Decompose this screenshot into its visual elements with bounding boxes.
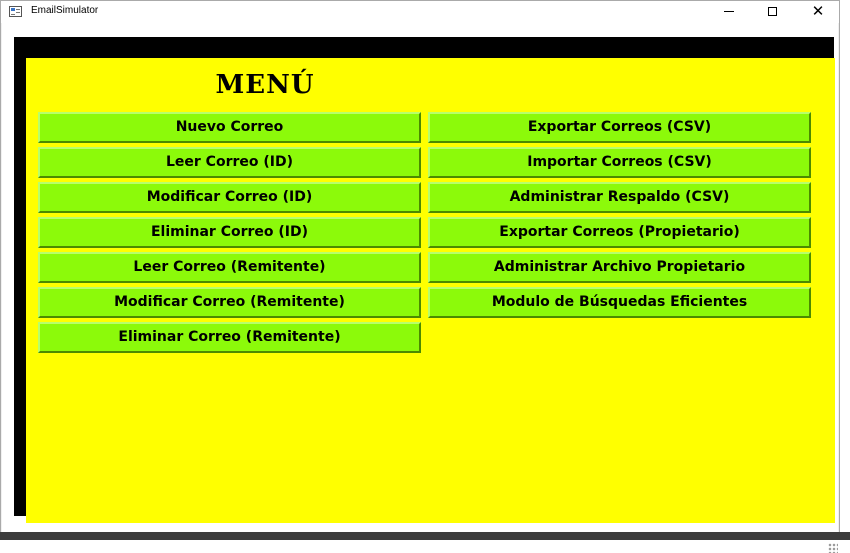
minimize-button[interactable] (707, 1, 751, 23)
window-app-icon (9, 6, 22, 17)
client-area: MENÚ Nuevo Correo Leer Correo (ID) Modif… (2, 23, 838, 553)
importar-correos-csv-button[interactable]: Importar Correos (CSV) (428, 147, 811, 178)
leer-correo-id-button[interactable]: Leer Correo (ID) (38, 147, 421, 178)
administrar-archivo-propietario-button[interactable]: Administrar Archivo Propietario (428, 252, 811, 283)
menu-title: MENÚ (215, 70, 315, 100)
modulo-busquedas-eficientes-button[interactable]: Modulo de Búsquedas Eficientes (428, 287, 811, 318)
menu-panel: MENÚ Nuevo Correo Leer Correo (ID) Modif… (26, 58, 835, 523)
exportar-correos-propietario-button[interactable]: Exportar Correos (Propietario) (428, 217, 811, 248)
window-title: EmailSimulator (31, 5, 99, 16)
close-button[interactable]: ✕ (796, 1, 840, 23)
close-icon: ✕ (811, 2, 825, 20)
title-bar[interactable]: EmailSimulator ✕ (1, 1, 839, 23)
desktop-strip (0, 532, 850, 540)
app-window: EmailSimulator ✕ MENÚ Nuevo Correo Leer … (0, 0, 840, 553)
minimize-icon (724, 11, 734, 12)
leer-correo-remitente-button[interactable]: Leer Correo (Remitente) (38, 252, 421, 283)
exportar-correos-csv-button[interactable]: Exportar Correos (CSV) (428, 112, 811, 143)
maximize-icon (768, 7, 777, 16)
modificar-correo-id-button[interactable]: Modificar Correo (ID) (38, 182, 421, 213)
menu-frame: MENÚ Nuevo Correo Leer Correo (ID) Modif… (14, 37, 835, 523)
modificar-correo-remitente-button[interactable]: Modificar Correo (Remitente) (38, 287, 421, 318)
resize-grip[interactable] (828, 543, 838, 553)
maximize-button[interactable] (751, 1, 795, 23)
administrar-respaldo-csv-button[interactable]: Administrar Respaldo (CSV) (428, 182, 811, 213)
nuevo-correo-button[interactable]: Nuevo Correo (38, 112, 421, 143)
eliminar-correo-id-button[interactable]: Eliminar Correo (ID) (38, 217, 421, 248)
eliminar-correo-remitente-button[interactable]: Eliminar Correo (Remitente) (38, 322, 421, 353)
